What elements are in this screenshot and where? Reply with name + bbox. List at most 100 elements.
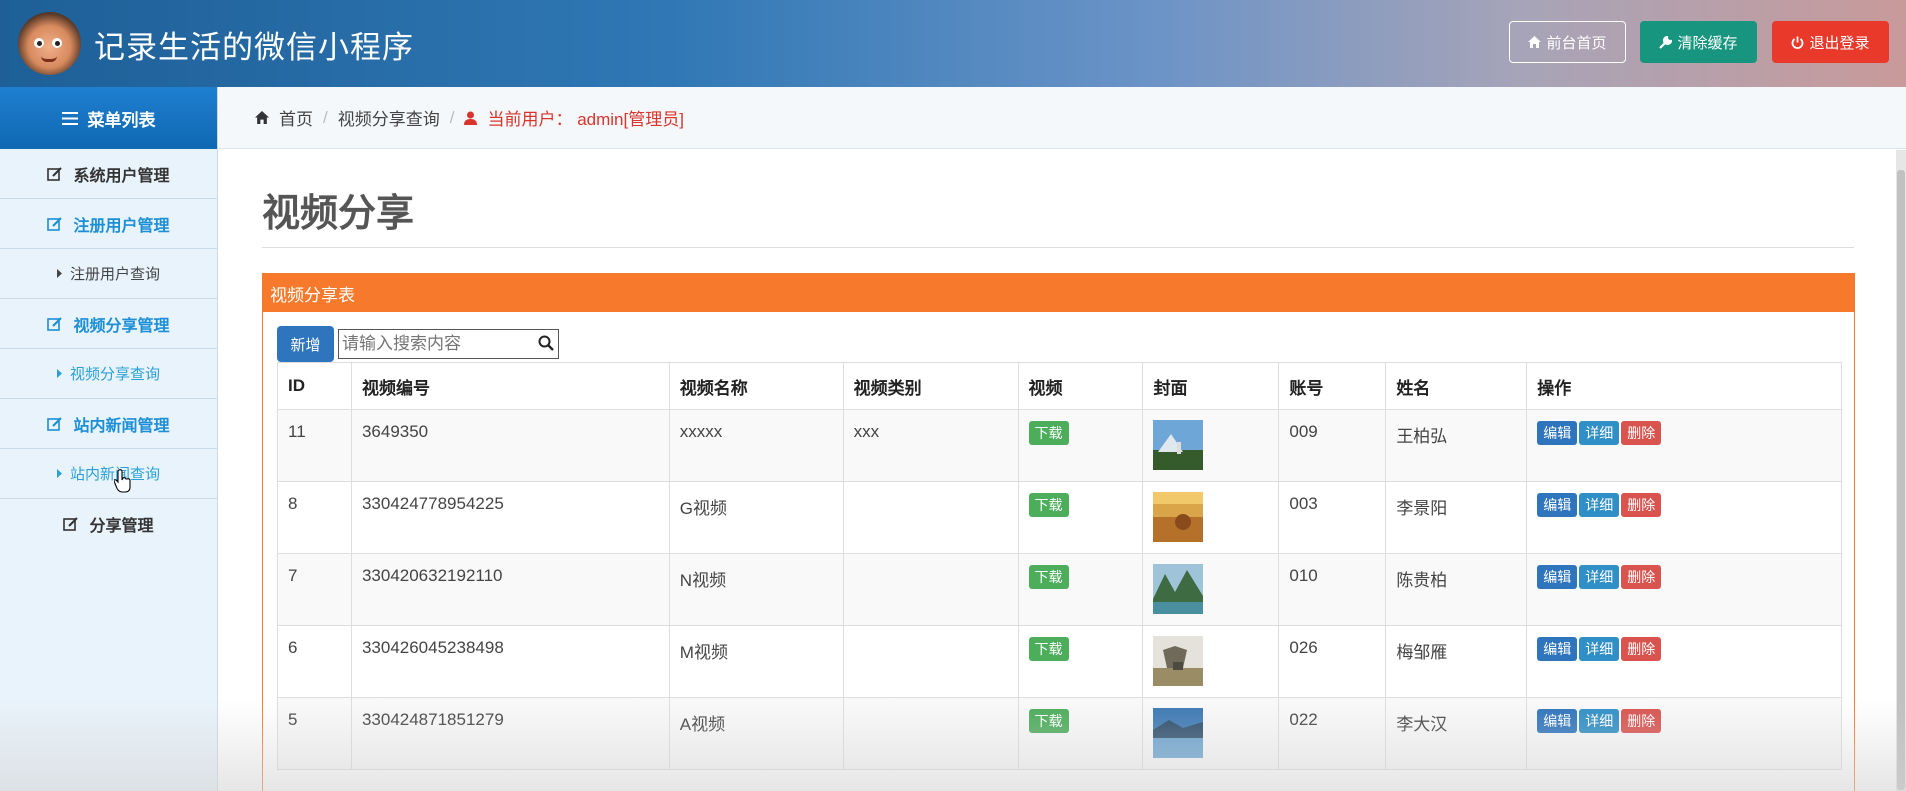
sidebar-header: 菜单列表 bbox=[0, 87, 217, 149]
logout-button[interactable]: 退出登录 bbox=[1772, 21, 1889, 63]
cell-cover bbox=[1142, 697, 1280, 770]
search-input[interactable] bbox=[339, 330, 529, 358]
cell-category bbox=[842, 697, 1019, 770]
cell-code: 330426045238498 bbox=[350, 625, 670, 698]
sidebar-item-label: 站内新闻管理 bbox=[73, 417, 170, 435]
cell-id: 11 bbox=[277, 409, 352, 482]
table-row: 6 330426045238498 M视频 下载 026 梅邹雁 编辑 详细 删除 bbox=[277, 625, 1842, 698]
panel-title: 视频分享表 bbox=[263, 274, 1854, 312]
edit-button[interactable]: 编辑 bbox=[1537, 565, 1578, 589]
sidebar-subitem-video-share-query[interactable]: 视频分享查询 bbox=[0, 349, 217, 399]
edit-button[interactable]: 编辑 bbox=[1537, 637, 1578, 661]
delete-button[interactable]: 删除 bbox=[1621, 709, 1662, 733]
column-header: 操作 bbox=[1526, 362, 1842, 410]
detail-button[interactable]: 详细 bbox=[1579, 565, 1620, 589]
cell-video: 下载 bbox=[1017, 481, 1144, 554]
caret-right-icon bbox=[56, 469, 62, 478]
sidebar-item-registered-users[interactable]: 注册用户管理 bbox=[0, 199, 217, 249]
page-title: 视频分享 bbox=[262, 193, 415, 235]
home-icon bbox=[255, 111, 269, 124]
column-header: 封面 bbox=[1142, 362, 1280, 410]
column-header: ID bbox=[277, 362, 352, 410]
cover-image[interactable] bbox=[1153, 492, 1204, 542]
delete-button[interactable]: 删除 bbox=[1621, 421, 1662, 445]
cell-actions: 编辑 详细 删除 bbox=[1526, 409, 1842, 482]
delete-button[interactable]: 删除 bbox=[1621, 565, 1662, 589]
detail-button[interactable]: 详细 bbox=[1579, 637, 1620, 661]
search-icon[interactable] bbox=[538, 335, 554, 351]
cell-category bbox=[842, 553, 1019, 626]
cell-actions: 编辑 详细 删除 bbox=[1526, 553, 1842, 626]
cell-cover bbox=[1142, 409, 1280, 482]
table-toolbar: 新增 bbox=[277, 326, 559, 362]
sidebar-item-share-manage[interactable]: 分享管理 bbox=[0, 499, 217, 549]
cell-code: 330424871851279 bbox=[350, 697, 670, 770]
download-button[interactable]: 下载 bbox=[1028, 637, 1069, 661]
table-row: 8 330424778954225 G视频 下载 003 李景阳 编辑 详细 删除 bbox=[277, 481, 1842, 554]
clear-cache-label: 清除缓存 bbox=[1677, 34, 1738, 52]
table-row: 7 330420632192110 N视频 下载 010 陈贵柏 编辑 详细 删除 bbox=[277, 553, 1842, 626]
add-button[interactable]: 新增 bbox=[277, 326, 334, 362]
download-button[interactable]: 下载 bbox=[1028, 709, 1069, 733]
breadcrumb-current: 视频分享查询 bbox=[337, 110, 440, 129]
breadcrumb: 首页 / 视频分享查询 / 当前用户： admin[管理员] bbox=[219, 87, 1906, 149]
edit-icon bbox=[63, 517, 79, 531]
download-button[interactable]: 下载 bbox=[1028, 565, 1069, 589]
detail-button[interactable]: 详细 bbox=[1579, 493, 1620, 517]
detail-button[interactable]: 详细 bbox=[1579, 421, 1620, 445]
scrollbar-thumb[interactable] bbox=[1897, 170, 1905, 790]
delete-button[interactable]: 删除 bbox=[1621, 637, 1662, 661]
cell-video: 下载 bbox=[1017, 625, 1144, 698]
cover-image[interactable] bbox=[1153, 708, 1204, 758]
sidebar: 菜单列表 系统用户管理 注册用户管理 注册用户查询 视频分享管理 视频分享查询 … bbox=[0, 87, 218, 791]
delete-button[interactable]: 删除 bbox=[1621, 493, 1662, 517]
search-box bbox=[338, 329, 559, 359]
sidebar-subitem-registered-users-query[interactable]: 注册用户查询 bbox=[0, 249, 217, 299]
page-scrollbar[interactable] bbox=[1896, 150, 1906, 791]
edit-button[interactable]: 编辑 bbox=[1537, 421, 1578, 445]
cell-person: 李大汉 bbox=[1385, 697, 1528, 770]
power-icon bbox=[1792, 36, 1804, 49]
detail-button[interactable]: 详细 bbox=[1579, 709, 1620, 733]
breadcrumb-home-link[interactable]: 首页 bbox=[279, 105, 313, 130]
cell-person: 梅邹雁 bbox=[1385, 625, 1528, 698]
table-row: 5 330424871851279 A视频 下载 022 李大汉 编辑 详细 删除 bbox=[277, 697, 1842, 770]
cell-name: M视频 bbox=[668, 625, 844, 698]
cell-cover bbox=[1142, 553, 1280, 626]
cover-image[interactable] bbox=[1153, 636, 1204, 686]
cell-id: 5 bbox=[277, 697, 352, 770]
divider bbox=[262, 247, 1854, 248]
cell-account: 010 bbox=[1278, 553, 1387, 626]
app-title: 记录生活的微信小程序 bbox=[94, 30, 414, 65]
cell-person: 李景阳 bbox=[1385, 481, 1528, 554]
app-logo bbox=[18, 12, 81, 75]
sidebar-item-system-users[interactable]: 系统用户管理 bbox=[0, 149, 217, 199]
column-header: 账号 bbox=[1278, 362, 1387, 410]
home-icon bbox=[1528, 36, 1542, 48]
column-header: 视频 bbox=[1017, 362, 1144, 410]
caret-right-icon bbox=[56, 369, 62, 378]
cell-id: 6 bbox=[277, 625, 352, 698]
download-button[interactable]: 下载 bbox=[1028, 493, 1069, 517]
sidebar-item-news[interactable]: 站内新闻管理 bbox=[0, 399, 217, 449]
sidebar-subitem-news-query[interactable]: 站内新闻查询 bbox=[0, 449, 217, 499]
front-home-button[interactable]: 前台首页 bbox=[1509, 21, 1626, 63]
breadcrumb-separator: / bbox=[449, 107, 455, 127]
download-button[interactable]: 下载 bbox=[1028, 421, 1069, 445]
table-row: 11 3649350 xxxxx xxx 下载 009 王柏弘 编辑 详细 删除 bbox=[277, 409, 1842, 482]
cell-code: 330424778954225 bbox=[350, 481, 670, 554]
video-share-table: ID 视频编号 视频名称 视频类别 视频 封面 账号 姓名 操作 11 3649… bbox=[277, 362, 1842, 770]
cell-id: 7 bbox=[277, 553, 352, 626]
cell-cover bbox=[1142, 625, 1280, 698]
edit-button[interactable]: 编辑 bbox=[1537, 493, 1578, 517]
clear-cache-button[interactable]: 清除缓存 bbox=[1640, 21, 1757, 63]
table-header-row: ID 视频编号 视频名称 视频类别 视频 封面 账号 姓名 操作 bbox=[277, 362, 1842, 410]
cover-image[interactable] bbox=[1153, 420, 1204, 470]
cell-account: 003 bbox=[1278, 481, 1387, 554]
cell-name: G视频 bbox=[668, 481, 844, 554]
sidebar-subitem-label: 注册用户查询 bbox=[69, 266, 160, 283]
sidebar-item-video-share[interactable]: 视频分享管理 bbox=[0, 299, 217, 349]
cell-category bbox=[842, 625, 1019, 698]
cover-image[interactable] bbox=[1153, 564, 1204, 614]
edit-button[interactable]: 编辑 bbox=[1537, 709, 1578, 733]
